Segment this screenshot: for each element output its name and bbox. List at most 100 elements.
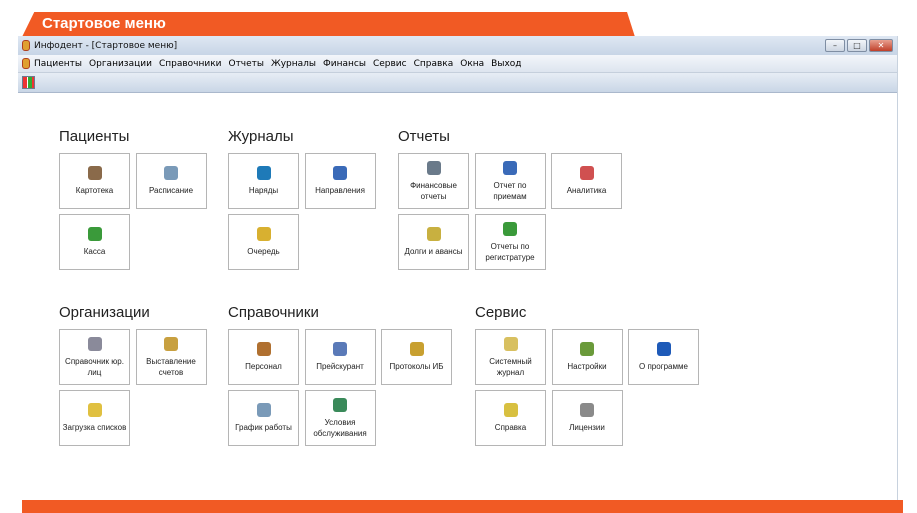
printer-icon	[426, 160, 441, 175]
maximize-button[interactable]: □	[847, 39, 867, 52]
settings-icon	[580, 342, 594, 356]
protocol-book-icon	[409, 342, 424, 356]
grid-icon[interactable]	[22, 76, 35, 89]
section-title-refs: Справочники	[228, 304, 319, 321]
tile-button[interactable]: Картотека	[59, 153, 130, 209]
user-checklist-icon	[503, 221, 517, 236]
info-icon	[656, 342, 671, 356]
tile-label: Финансовые отчеты	[410, 180, 457, 201]
cash-icon	[87, 227, 102, 241]
tile-label: Справка	[494, 423, 527, 432]
person-icon	[256, 342, 271, 356]
section-title-journals: Журналы	[228, 128, 294, 145]
tile-button[interactable]: Справка	[475, 390, 546, 446]
tile-label: Прейскурант	[316, 362, 364, 371]
tile-button[interactable]: Условия обслуживания	[304, 390, 376, 446]
menu-item[interactable]: Журналы	[271, 59, 316, 69]
tile-button[interactable]: Протоколы ИБ	[381, 329, 452, 385]
folder-icon	[87, 403, 102, 417]
menu-item[interactable]: Выход	[491, 59, 521, 69]
toolbar	[18, 73, 897, 93]
tile-label: Аналитика	[566, 186, 607, 195]
tile-button[interactable]: Отчет по приемам	[474, 153, 546, 209]
banner-tab: Стартовое меню	[22, 12, 635, 37]
section-title-service: Сервис	[475, 304, 527, 321]
tile-button[interactable]: О программе	[628, 329, 699, 385]
pie-chart-icon	[579, 166, 594, 180]
window-title: Инфодент - [Стартовое меню]	[34, 40, 178, 51]
tile-button[interactable]: Наряды	[228, 153, 299, 209]
tile-label: Условия обслуживания	[313, 417, 367, 438]
menu-item[interactable]: Справка	[414, 59, 454, 69]
tile-label: Расписание	[148, 186, 194, 195]
title-bar: Инфодент - [Стартовое меню] – □ ✕	[18, 36, 897, 55]
section-title-reports: Отчеты	[398, 128, 450, 145]
conditions-icon	[333, 397, 347, 412]
building-icon	[87, 336, 102, 351]
price-list-icon	[333, 342, 347, 356]
tile-label: Лицензии	[569, 423, 605, 432]
banner-title: Стартовое меню	[42, 15, 166, 32]
tile-button[interactable]: Финансовые отчеты	[398, 153, 469, 209]
tile-button[interactable]: Расписание	[135, 153, 207, 209]
section-title-orgs: Организации	[59, 304, 150, 321]
tile-button[interactable]: Направления	[304, 153, 376, 209]
tile-label: Выставление счетов	[146, 356, 196, 377]
referral-icon	[333, 166, 347, 180]
chart-doc-icon	[426, 227, 441, 241]
help-icon	[503, 403, 518, 417]
menu-item[interactable]: Пациенты	[34, 59, 82, 69]
menu-item[interactable]: Сервис	[373, 59, 407, 69]
app-menu-icon[interactable]	[22, 58, 30, 69]
tile-label: Протоколы ИБ	[389, 362, 444, 371]
tile-button[interactable]: Отчеты по регистратуре	[474, 214, 546, 270]
tile-label: Справочник юр. лиц	[65, 356, 124, 377]
system-log-icon	[503, 336, 518, 351]
tile-button[interactable]: Справочник юр. лиц	[59, 329, 130, 385]
tile-button[interactable]: Выставление счетов	[135, 329, 207, 385]
tile-button[interactable]: Касса	[59, 214, 130, 270]
tile-label: Направления	[315, 186, 365, 195]
minimize-button[interactable]: –	[825, 39, 845, 52]
section-title-patients: Пациенты	[59, 128, 130, 145]
tile-label: Отчет по приемам	[493, 180, 527, 201]
tile-label: Касса	[83, 247, 106, 256]
tile-button[interactable]: Лицензии	[551, 390, 623, 446]
tile-label: График работы	[235, 423, 292, 432]
tile-label: О программе	[639, 362, 688, 371]
tile-label: Долги и авансы	[404, 247, 463, 256]
tile-label: Персонал	[245, 362, 282, 371]
tile-button[interactable]: Загрузка списков	[59, 390, 130, 446]
tile-button[interactable]: Системный журнал	[475, 329, 546, 385]
menu-item[interactable]: Окна	[460, 59, 484, 69]
invoice-icon	[164, 336, 178, 351]
tile-button[interactable]: График работы	[228, 390, 299, 446]
ruler-icon	[503, 160, 517, 175]
tile-label: Загрузка списков	[62, 423, 127, 432]
tile-button[interactable]: Очередь	[228, 214, 299, 270]
tile-label: Отчеты по регистратуре	[485, 241, 535, 262]
tile-button[interactable]: Настройки	[551, 329, 623, 385]
queue-icon	[256, 227, 271, 241]
menu-bar: Пациенты Организации Справочники Отчеты Журн…	[18, 55, 897, 73]
tile-label: Системный журнал	[489, 356, 532, 377]
work-schedule-icon	[256, 403, 271, 417]
book-icon	[256, 166, 271, 180]
menu-item[interactable]: Финансы	[323, 59, 366, 69]
schedule-clock-icon	[164, 166, 178, 180]
close-button[interactable]: ✕	[869, 39, 893, 52]
tile-button[interactable]: Аналитика	[551, 153, 622, 209]
tile-label: Очередь	[247, 247, 280, 256]
menu-item[interactable]: Справочники	[159, 59, 222, 69]
menu-item[interactable]: Организации	[89, 59, 152, 69]
footer-bar	[22, 500, 903, 513]
app-icon	[22, 40, 30, 51]
tile-label: Настройки	[567, 362, 607, 371]
menu-item[interactable]: Отчеты	[228, 59, 264, 69]
license-icon	[580, 403, 594, 417]
tile-button[interactable]: Долги и авансы	[398, 214, 469, 270]
tile-label: Картотека	[75, 186, 114, 195]
tile-button[interactable]: Прейскурант	[304, 329, 376, 385]
tile-button[interactable]: Персонал	[228, 329, 299, 385]
card-file-icon	[87, 166, 102, 180]
